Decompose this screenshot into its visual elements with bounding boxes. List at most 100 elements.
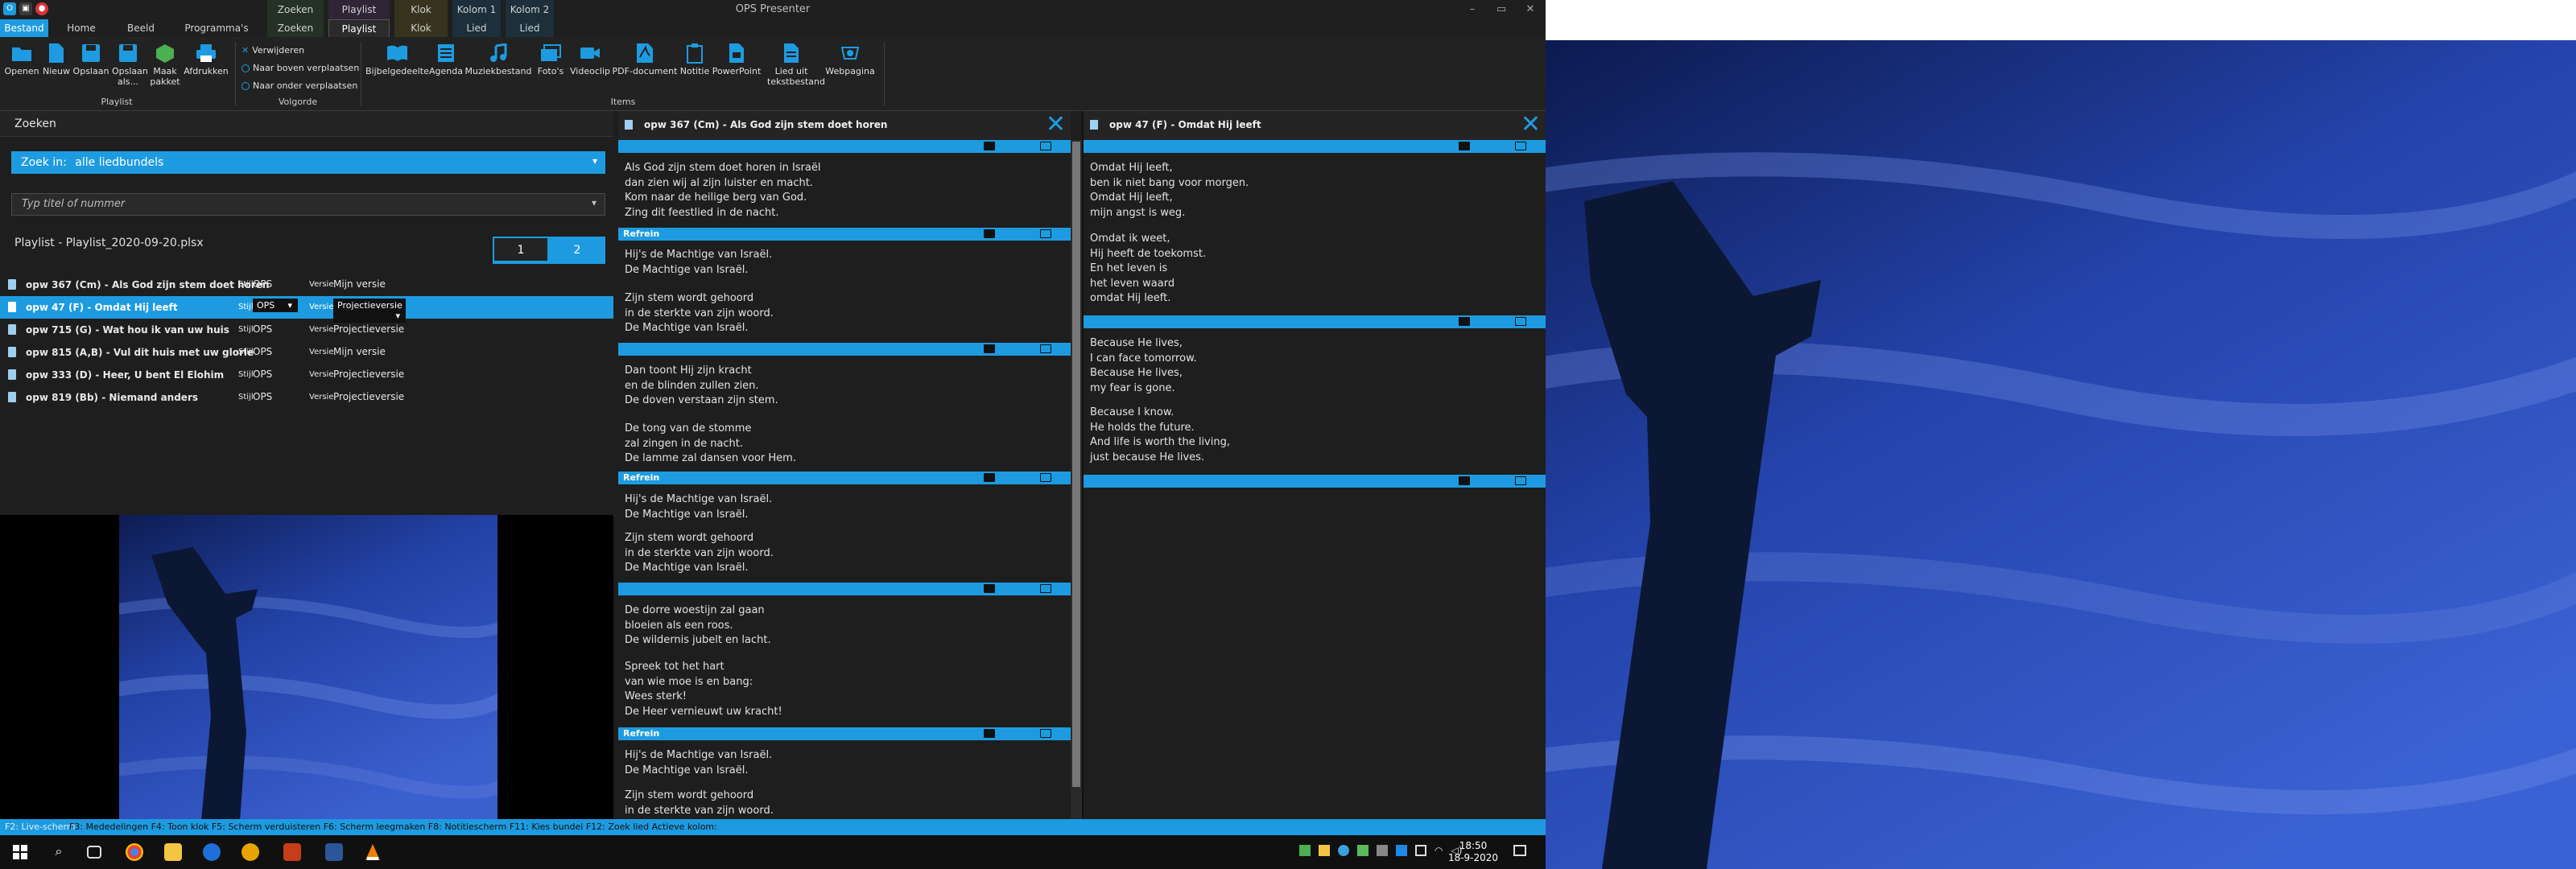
slide-bar[interactable] <box>1084 475 1546 488</box>
monitor-icon[interactable] <box>984 142 995 150</box>
monitor-outline-icon[interactable] <box>1040 344 1051 353</box>
tab-lied-kolom2[interactable]: Lied <box>506 19 554 37</box>
list-item[interactable]: opw 715 (G) - Wat hou ik van uw huis Sti… <box>0 319 613 341</box>
file-explorer-icon[interactable] <box>164 843 182 861</box>
page-tab-2[interactable]: 2 <box>549 237 605 264</box>
tab-klok[interactable]: Klok <box>394 19 448 37</box>
tab-bestand[interactable]: Bestand <box>0 19 48 37</box>
stijl-value[interactable]: OPS <box>253 369 272 380</box>
maak-pakket-button[interactable]: Maak pakket <box>147 42 184 87</box>
page-tab-1[interactable]: 1 <box>493 237 549 264</box>
powerpoint-taskbar-icon[interactable] <box>283 843 301 861</box>
verse-text[interactable]: Omdat Hij leeft, ben ik niet bang voor m… <box>1090 161 1249 220</box>
stijl-value[interactable]: OPS <box>253 391 272 402</box>
maximize-icon[interactable]: ▭ <box>1489 2 1513 18</box>
monitor-outline-icon[interactable] <box>1040 142 1051 150</box>
tab-playlist[interactable]: Playlist <box>328 19 390 37</box>
tab-beeld[interactable]: Beeld <box>119 19 163 37</box>
verse-text[interactable]: Because He lives, I can face tomorrow. B… <box>1090 336 1197 396</box>
slide-bar[interactable] <box>1084 140 1546 153</box>
verse-text[interactable]: Zijn stem wordt gehoord in de sterkte va… <box>625 291 774 336</box>
tab-programmas[interactable]: Programma's <box>179 19 254 37</box>
versie-value[interactable]: Projectieversie <box>333 369 404 380</box>
windows-start-icon[interactable] <box>11 843 29 861</box>
search-icon[interactable]: ⌕ <box>50 843 68 861</box>
slide-bar-refrein[interactable]: Refrein <box>618 228 1071 241</box>
list-item[interactable]: opw 815 (A,B) - Vul dit huis met uw glor… <box>0 341 613 364</box>
naar-boven-button[interactable]: Naar boven verplaatsen <box>242 63 359 73</box>
tab-home[interactable]: Home <box>60 19 103 37</box>
powerpoint-button[interactable]: PowerPoint <box>712 42 762 76</box>
app-icon-2[interactable] <box>242 843 259 861</box>
tab-lied-kolom1[interactable]: Lied <box>452 19 501 37</box>
close-icon[interactable]: ✕ <box>1518 2 1542 18</box>
list-item[interactable]: opw 333 (D) - Heer, U bent El Elohim Sti… <box>0 364 613 386</box>
monitor-icon[interactable] <box>984 473 995 482</box>
monitor-outline-icon[interactable] <box>1040 229 1051 238</box>
column-1-scrollbar[interactable] <box>1071 140 1082 819</box>
tray-icon[interactable] <box>1299 845 1311 856</box>
task-view-icon[interactable] <box>87 846 101 859</box>
word-taskbar-icon[interactable] <box>325 843 343 861</box>
tray-icon[interactable] <box>1377 845 1388 856</box>
ops-app-icon[interactable] <box>203 843 221 861</box>
verse-text[interactable]: Dan toont Hij zijn kracht en de blinden … <box>625 364 778 409</box>
monitor-icon[interactable] <box>984 344 995 353</box>
stijl-value[interactable]: OPS <box>253 278 272 290</box>
lied-uit-tekstbestand-button[interactable]: Lied uit tekstbestand <box>766 42 825 87</box>
stijl-value[interactable]: OPS <box>253 346 272 357</box>
bluetooth-icon[interactable] <box>1396 845 1407 856</box>
monitor-icon[interactable] <box>984 729 995 738</box>
network-icon[interactable] <box>1415 845 1426 856</box>
list-item-selected[interactable]: opw 47 (F) - Omdat Hij leeft Stijl OPS ▾ … <box>0 296 613 323</box>
monitor-icon[interactable] <box>984 229 995 238</box>
verwijderen-button[interactable]: ✕ Verwijderen <box>242 45 304 56</box>
slide-bar[interactable] <box>1084 315 1546 328</box>
openen-button[interactable]: Openen <box>3 42 40 76</box>
search-input[interactable]: Typ titel of nummer ▾ <box>11 193 605 216</box>
verse-text[interactable]: Als God zijn stem doet horen in Israël d… <box>625 161 820 220</box>
verse-text[interactable]: De tong van de stomme zal zingen in de n… <box>625 422 796 467</box>
verse-text[interactable]: Zijn stem wordt gehoord in de sterkte va… <box>625 531 774 576</box>
slide-bar-refrein[interactable]: Refrein <box>618 472 1071 484</box>
monitor-icon[interactable] <box>984 584 995 593</box>
verse-text[interactable]: Omdat ik weet, Hij heeft de toekomst. En… <box>1090 232 1206 307</box>
verse-text[interactable]: Hij's de Machtige van Israël. De Machtig… <box>625 492 772 522</box>
verse-text[interactable]: Hij's de Machtige van Israël. De Machtig… <box>625 248 772 278</box>
agenda-button[interactable]: Agenda <box>428 42 464 76</box>
verse-text[interactable]: Because I know. He holds the future. And… <box>1090 406 1230 465</box>
verse-text[interactable]: Hij's de Machtige van Israël. De Machtig… <box>625 748 772 778</box>
slide-bar[interactable] <box>618 140 1071 153</box>
list-item[interactable]: opw 367 (Cm) - Als God zijn stem doet ho… <box>0 274 613 296</box>
chrome-icon[interactable] <box>126 843 143 861</box>
tray-icon[interactable] <box>1319 845 1330 856</box>
monitor-outline-icon[interactable] <box>1040 473 1051 482</box>
versie-value[interactable]: Mijn versie <box>333 346 386 357</box>
notification-icon[interactable] <box>1513 845 1526 856</box>
verse-text[interactable]: De dorre woestijn zal gaan bloeien als e… <box>625 603 771 649</box>
vlc-icon[interactable] <box>364 843 382 861</box>
monitor-outline-icon[interactable] <box>1515 142 1526 150</box>
live-screen-shortcut[interactable]: F2: Live-scherm <box>0 819 80 835</box>
versie-value[interactable]: Mijn versie <box>333 278 386 290</box>
monitor-icon[interactable] <box>1459 142 1470 150</box>
afdrukken-button[interactable]: Afdrukken <box>184 42 229 76</box>
monitor-icon[interactable] <box>1459 317 1470 326</box>
stijl-value[interactable]: OPS <box>253 323 272 335</box>
list-item[interactable]: opw 819 (Bb) - Niemand anders Stijl OPS … <box>0 386 613 409</box>
zoek-in-dropdown[interactable]: Zoek in: alle liedbundels ▾ <box>11 151 605 174</box>
opslaan-als-button[interactable]: Opslaan als... <box>109 42 148 87</box>
scrollbar-thumb[interactable] <box>1072 142 1080 787</box>
monitor-outline-icon[interactable] <box>1040 729 1051 738</box>
cloud-icon[interactable] <box>1338 845 1349 856</box>
stijl-dropdown[interactable]: OPS ▾ <box>253 299 298 312</box>
videoclip-button[interactable]: Videoclip <box>568 42 612 76</box>
monitor-outline-icon[interactable] <box>1040 584 1051 593</box>
pdf-document-button[interactable]: PDF-document <box>612 42 678 76</box>
tab-zoeken[interactable]: Zoeken <box>267 19 324 37</box>
slide-bar[interactable] <box>618 343 1071 356</box>
monitor-icon[interactable] <box>1459 476 1470 485</box>
webpagina-button[interactable]: Webpagina <box>819 42 881 76</box>
monitor-outline-icon[interactable] <box>1515 317 1526 326</box>
minimize-icon[interactable]: – <box>1460 2 1484 18</box>
